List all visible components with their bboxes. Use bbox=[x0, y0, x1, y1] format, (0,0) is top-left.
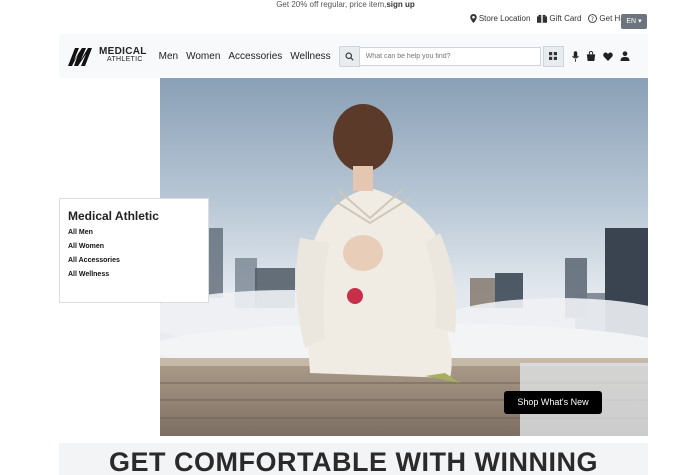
nav-item-men[interactable]: Men bbox=[159, 51, 178, 62]
brand-name: MEDICAL ATHLETIC bbox=[99, 46, 147, 64]
category-sidebar: Medical Athletic All Men All Women All A… bbox=[59, 198, 209, 303]
language-dropdown[interactable]: EN ▾ bbox=[621, 14, 647, 29]
grid-icon bbox=[549, 52, 558, 60]
page-headline: GET COMFORTABLE WITH WINNING bbox=[109, 447, 598, 475]
gift-card-icon bbox=[537, 14, 548, 23]
shopping-bag-icon[interactable] bbox=[586, 51, 596, 61]
gift-card-label: Gift Card bbox=[549, 14, 582, 23]
caret-down-icon: ▾ bbox=[638, 18, 642, 25]
nav-item-accessories[interactable]: Accessories bbox=[228, 51, 282, 62]
store-location-link[interactable]: Store Location bbox=[470, 14, 531, 23]
nav-icons bbox=[571, 50, 630, 62]
sidebar-item-all-accessories[interactable]: All Accessories bbox=[68, 257, 208, 264]
main-navbar: MEDICAL ATHLETIC Men Women Accessories W… bbox=[59, 34, 648, 78]
help-icon: ? bbox=[588, 14, 598, 23]
search-icon bbox=[345, 51, 354, 61]
user-icon[interactable] bbox=[620, 51, 630, 61]
search-input[interactable] bbox=[359, 46, 541, 66]
brand-logo[interactable]: MEDICAL ATHLETIC bbox=[66, 45, 147, 67]
headline-band: GET COMFORTABLE WITH WINNING bbox=[59, 443, 648, 475]
sidebar-title: Medical Athletic bbox=[68, 209, 159, 223]
signup-link[interactable]: sign up bbox=[386, 0, 414, 9]
microphone-icon[interactable] bbox=[571, 50, 579, 62]
nav-item-women[interactable]: Women bbox=[186, 51, 220, 62]
nav-item-wellness[interactable]: Wellness bbox=[290, 51, 330, 62]
brand-line1: MEDICAL bbox=[99, 46, 147, 57]
sidebar-item-all-wellness[interactable]: All Wellness bbox=[68, 271, 208, 278]
sidebar-item-all-men[interactable]: All Men bbox=[68, 229, 208, 236]
grid-button[interactable] bbox=[542, 45, 564, 67]
store-location-label: Store Location bbox=[478, 14, 531, 23]
hero-photo bbox=[160, 78, 648, 436]
promo-text: Get 20% off regular, price item, bbox=[276, 0, 387, 9]
promo-banner: Get 20% off regular, price item,sign up bbox=[0, 0, 691, 10]
gift-card-link[interactable]: Gift Card bbox=[537, 14, 581, 23]
search-button[interactable] bbox=[338, 45, 360, 67]
brand-line2: ATHLETIC bbox=[107, 56, 143, 63]
hero-image bbox=[160, 78, 648, 436]
logo-mark-icon bbox=[68, 48, 92, 66]
map-marker-icon bbox=[470, 14, 477, 23]
heart-icon[interactable] bbox=[602, 51, 613, 61]
nav-links: Men Women Accessories Wellness bbox=[159, 51, 331, 62]
shop-whats-new-button[interactable]: Shop What's New bbox=[504, 391, 602, 414]
sidebar-item-all-women[interactable]: All Women bbox=[68, 243, 208, 250]
svg-text:?: ? bbox=[591, 16, 594, 23]
search-bar bbox=[338, 45, 564, 67]
language-label: EN bbox=[626, 18, 637, 25]
